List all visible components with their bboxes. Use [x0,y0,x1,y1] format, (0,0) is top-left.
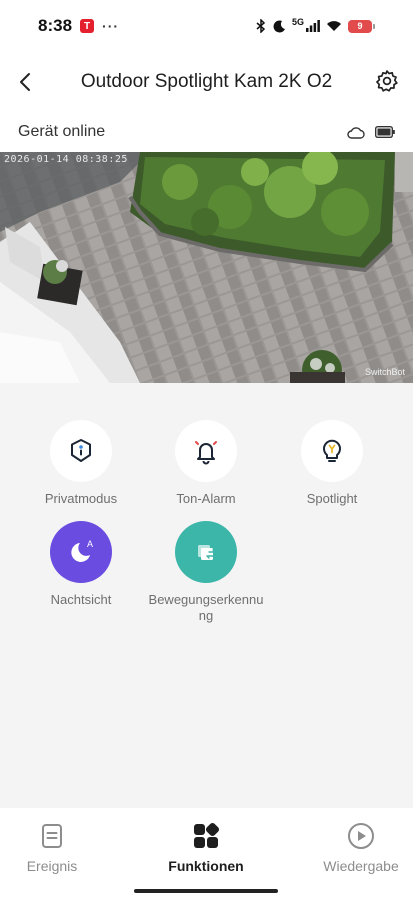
functions-grid-icon [192,822,220,850]
cloud-icon [347,126,365,139]
home-indicator[interactable] [134,889,278,893]
feature-privacy-mode[interactable]: Privatmodus [16,420,146,507]
nav-tab-playback-label: Wiedergabe [323,858,399,874]
feature-motion-detection[interactable]: Bewegungserkennu ng [141,521,271,624]
status-left: 8:38 T ··· [38,16,119,36]
bottom-navigation: Ereignis Funktionen Wiedergabe [0,808,413,900]
app-notification-icon: T [80,19,95,33]
feature-privacy-mode-label: Privatmodus [44,491,118,506]
feature-privacy-mode-button[interactable] [50,420,112,482]
feature-sound-alarm-label: Ton-Alarm [176,491,236,506]
gear-icon [376,70,398,92]
feature-night-vision-button[interactable]: A [50,521,112,583]
privacy-shield-icon [71,439,91,462]
battery-tip [373,23,375,29]
night-vision-icon: A [71,539,93,562]
playback-icon [347,822,375,850]
device-status-row: Gerät online [0,112,413,152]
status-time: 8:38 [38,16,73,35]
app-header: Outdoor Spotlight Kam 2K O2 [0,52,413,112]
bell-alarm-icon [195,441,217,465]
feature-motion-detection-label-line1: Bewegungserkennu [148,592,264,607]
nav-tab-functions-label: Funktionen [168,858,244,874]
device-status-text: Gerät online [18,123,106,140]
feature-motion-detection-button[interactable] [175,521,237,583]
camera-battery-icon [375,126,395,138]
status-right: 5G 9 [255,17,375,33]
battery-level: 9 [348,19,372,33]
settings-button[interactable] [375,69,399,93]
feature-spotlight[interactable]: Spotlight [267,420,397,507]
feature-spotlight-button[interactable] [301,420,363,482]
device-status-icons [347,126,395,139]
page-title: Outdoor Spotlight Kam 2K O2 [80,71,333,92]
feature-sound-alarm[interactable]: Ton-Alarm [141,420,271,507]
nav-tab-events-label: Ereignis [26,858,78,874]
feature-night-vision-label: Nachtsicht [50,592,112,607]
feature-night-vision[interactable]: A Nachtsicht [16,521,146,608]
motion-detection-icon [198,545,216,560]
status-bar: 8:38 T ··· 5G 9 [0,0,413,52]
network-type: 5G [291,17,304,27]
camera-live-view[interactable]: 2026-01-14 08:38:25 SwitchBot [0,152,413,383]
video-watermark: SwitchBot [364,367,405,377]
feature-sound-alarm-button[interactable] [175,420,237,482]
do-not-disturb-moon-icon [273,19,285,32]
wifi-icon [327,21,341,31]
event-list-icon [38,822,66,850]
feature-spotlight-label: Spotlight [306,491,358,506]
more-notifications-icon: ··· [102,18,120,34]
bluetooth-icon [256,19,266,33]
camera-scene-image [0,152,413,383]
feature-motion-detection-label-line2: ng [198,608,214,623]
svg-text:A: A [87,539,93,549]
lightbulb-icon [323,439,341,462]
nav-tab-playback[interactable]: Wiedergabe [311,822,411,874]
nav-tab-events[interactable]: Ereignis [2,822,102,874]
video-timestamp: 2026-01-14 08:38:25 [4,154,128,165]
signal-icon [306,20,320,32]
nav-tab-functions[interactable]: Funktionen [156,822,256,874]
battery-indicator: 9 [348,19,375,33]
feature-motion-detection-label: Bewegungserkennu ng [141,592,271,624]
